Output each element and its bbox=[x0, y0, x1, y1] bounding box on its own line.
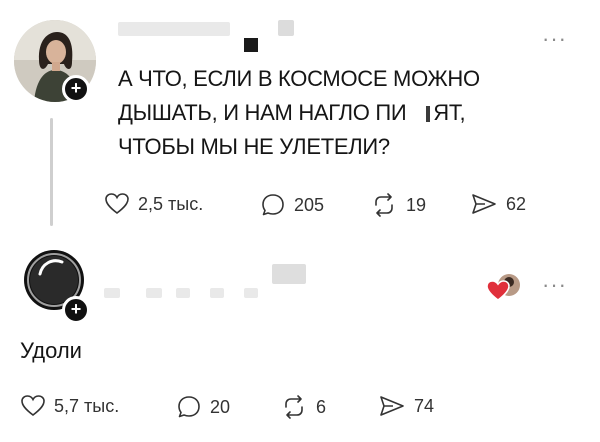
like-count: 2,5 тыс. bbox=[138, 193, 204, 214]
follow-button[interactable]: + bbox=[62, 296, 90, 324]
repost-count: 6 bbox=[316, 396, 327, 417]
send-arrow-icon bbox=[472, 194, 496, 214]
plus-icon: + bbox=[70, 78, 82, 98]
follow-button[interactable]: + bbox=[62, 75, 90, 103]
comment-button[interactable]: 20 bbox=[176, 394, 230, 420]
comment-count: 20 bbox=[210, 396, 231, 417]
share-button[interactable]: 74 bbox=[378, 394, 434, 418]
heart-outline-icon bbox=[21, 395, 45, 417]
username-blurred bbox=[146, 288, 162, 298]
username-blurred[interactable] bbox=[118, 22, 230, 36]
speech-bubble-icon bbox=[262, 194, 284, 216]
username-blurred bbox=[210, 288, 224, 298]
send-arrow-icon bbox=[380, 396, 404, 416]
like-count: 5,7 тыс. bbox=[54, 395, 120, 416]
share-count: 62 bbox=[506, 193, 527, 214]
repost-count: 19 bbox=[406, 194, 427, 215]
like-button[interactable]: 2,5 тыс. bbox=[104, 192, 203, 216]
author-liked-badge bbox=[486, 271, 520, 305]
repost-arrows-icon bbox=[285, 395, 303, 419]
post-text: А ЧТО, ЕСЛИ В КОСМОСЕ МОЖНО ДЫШАТЬ, И НА… bbox=[118, 62, 538, 164]
repost-button[interactable]: 19 bbox=[370, 192, 426, 218]
comment-count: 205 bbox=[294, 194, 325, 215]
repost-arrows-icon bbox=[375, 193, 393, 217]
plus-icon: + bbox=[70, 299, 82, 319]
share-button[interactable]: 62 bbox=[470, 192, 526, 216]
username-blurred[interactable] bbox=[104, 288, 120, 298]
thread-line bbox=[50, 118, 53, 226]
censor-mark bbox=[426, 106, 431, 122]
timestamp-blurred bbox=[278, 20, 294, 36]
share-count: 74 bbox=[414, 395, 435, 416]
censor-block bbox=[244, 38, 258, 52]
heart-outline-icon bbox=[105, 193, 129, 215]
like-button[interactable]: 5,7 тыс. bbox=[20, 394, 119, 418]
comment-button[interactable]: 205 bbox=[260, 192, 324, 218]
reply-text: Удоли bbox=[20, 338, 82, 363]
post-text-line: ДЫШАТЬ, И НАМ НАГЛО ПИ ЯТ, bbox=[118, 100, 466, 125]
repost-button[interactable]: 6 bbox=[280, 394, 326, 420]
username-blurred bbox=[176, 288, 190, 298]
speech-bubble-icon bbox=[178, 396, 200, 418]
more-options-icon[interactable]: ··· bbox=[542, 274, 567, 296]
red-heart-icon bbox=[486, 274, 520, 301]
username-blurred bbox=[244, 288, 258, 298]
post-text-line: А ЧТО, ЕСЛИ В КОСМОСЕ МОЖНО bbox=[118, 66, 480, 91]
more-options-icon[interactable]: ··· bbox=[542, 28, 567, 50]
timestamp-blurred bbox=[272, 264, 306, 284]
post-text-line: ЧТОБЫ МЫ НЕ УЛЕТЕЛИ? bbox=[118, 134, 390, 159]
